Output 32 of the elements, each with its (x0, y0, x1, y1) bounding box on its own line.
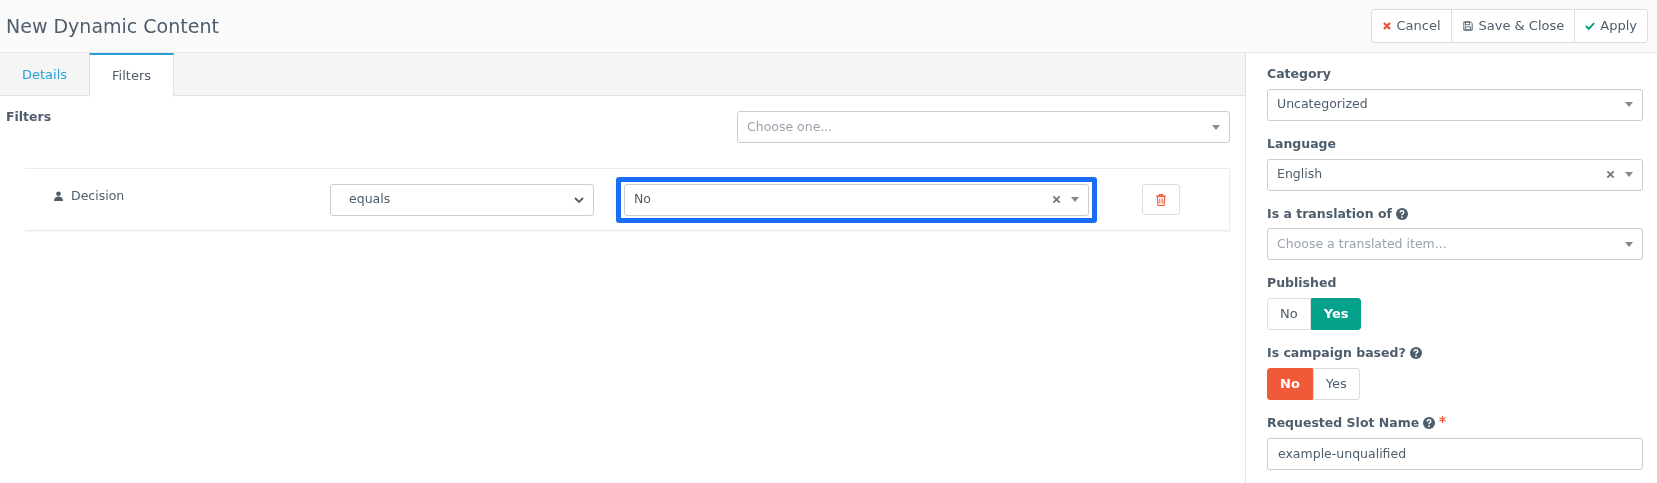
field-label: Requested Slot Name (1267, 413, 1420, 432)
caret-icon (1212, 124, 1220, 130)
page-title: New Dynamic Content (6, 13, 219, 39)
caret-icon (1625, 172, 1633, 177)
section-heading: Filters (6, 108, 52, 126)
field-label: Category (1267, 65, 1331, 83)
toolbar-button[interactable]: Apply (1574, 9, 1648, 43)
value-select[interactable]: No (624, 183, 1089, 216)
toggle-option[interactable]: Yes (1312, 367, 1360, 400)
caret-icon (1625, 102, 1633, 108)
select-field[interactable]: Uncategorized (1267, 88, 1643, 121)
delete-button[interactable] (1142, 184, 1180, 215)
field-label: Is campaign based? (1267, 344, 1406, 362)
toolbar-button[interactable]: Save & Close (1450, 9, 1576, 43)
filter-field-label: Decision (71, 187, 125, 205)
text-field[interactable]: example-unqualified (1267, 437, 1643, 470)
field-label: Published (1267, 274, 1337, 293)
check-icon (1585, 21, 1596, 31)
clear-icon (1052, 195, 1061, 204)
chevron-icon (574, 196, 584, 203)
operator-select[interactable]: equals (330, 183, 594, 216)
close-icon (1381, 21, 1392, 31)
field-label: Is a translation of (1267, 204, 1392, 223)
caret-icon (1625, 241, 1633, 247)
tab[interactable]: Filters (89, 53, 175, 97)
trash-icon (1156, 193, 1166, 206)
person-icon (54, 191, 63, 202)
toolbar-button[interactable]: Cancel (1370, 9, 1452, 43)
select-field[interactable]: English (1267, 158, 1643, 191)
caret-icon (1071, 197, 1079, 202)
field-label: Language (1267, 134, 1336, 153)
toggle-option[interactable]: No (1267, 298, 1311, 330)
